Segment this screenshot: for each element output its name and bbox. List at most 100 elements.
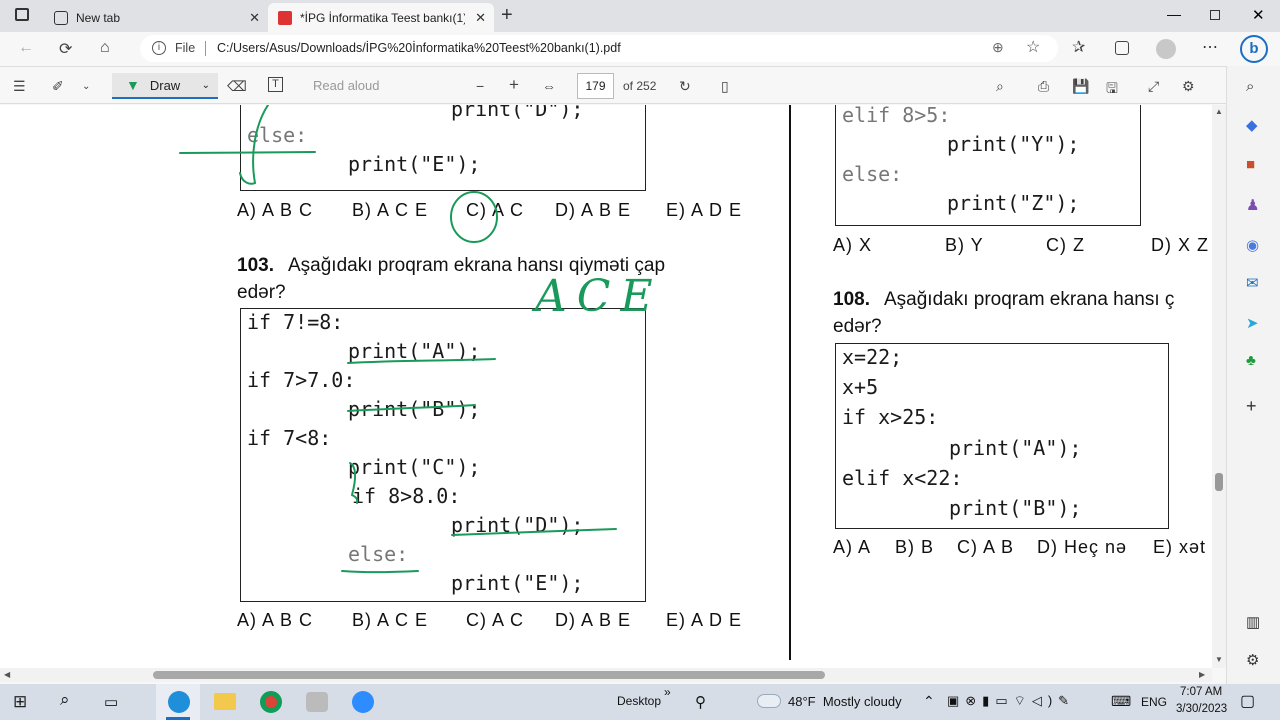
read-aloud-button[interactable]: Read aloud bbox=[313, 78, 380, 93]
favorites-icon[interactable]: ✰ bbox=[1072, 37, 1085, 57]
settings-icon[interactable]: ⚙ bbox=[1246, 651, 1259, 669]
scroll-right-icon[interactable]: ▶ bbox=[1199, 670, 1205, 679]
chrome-icon[interactable] bbox=[260, 691, 282, 713]
rotate-icon[interactable]: ↻ bbox=[679, 78, 691, 95]
pdf-document[interactable]: print("D"); else: print("E"); A) A B C B… bbox=[0, 105, 1212, 668]
page-total: of 252 bbox=[623, 79, 657, 93]
chevron-up-icon[interactable]: ⌃ bbox=[923, 693, 935, 710]
zoom-out-button[interactable]: − bbox=[476, 78, 484, 94]
scroll-thumb[interactable] bbox=[153, 671, 825, 679]
text-box-icon[interactable]: T bbox=[268, 77, 283, 92]
tab-label: New tab bbox=[76, 10, 121, 25]
taskbar: ⊞ ⌕ ▭ Desktop » ⚲ 48°F Mostly cloudy ⌃ ▣… bbox=[0, 684, 1280, 720]
pdf-icon bbox=[278, 10, 292, 25]
scroll-thumb[interactable] bbox=[1215, 473, 1223, 491]
bing-button[interactable]: b bbox=[1232, 32, 1276, 66]
collections-icon[interactable] bbox=[1115, 41, 1129, 55]
ink-bracket bbox=[349, 462, 359, 504]
tree-icon[interactable]: ♣ bbox=[1246, 352, 1256, 369]
sidebar-toggle-icon[interactable]: ▥ bbox=[1246, 613, 1260, 631]
address-bar-row: ← ⟳ ⌂ i File C:/Users/Asus/Downloads/İPG… bbox=[0, 32, 1280, 65]
zoom-in-button[interactable]: + bbox=[509, 75, 519, 95]
pen-icon: ▼ bbox=[126, 77, 140, 93]
chevron-icon[interactable]: » bbox=[664, 685, 671, 699]
minimize-button[interactable]: — bbox=[1167, 6, 1181, 22]
office-icon[interactable]: ◉ bbox=[1246, 236, 1259, 254]
zoom-app-icon[interactable] bbox=[352, 691, 374, 713]
close-window-button[interactable]: ✕ bbox=[1252, 6, 1265, 24]
contents-icon[interactable]: ☰ bbox=[13, 78, 26, 95]
clock-date[interactable]: 3/30/2023 bbox=[1176, 703, 1227, 715]
ink-underline bbox=[451, 528, 617, 536]
tray-icons[interactable]: ▣⊗▮▭⌔◁)✎ bbox=[947, 693, 1075, 709]
restore-button[interactable] bbox=[1210, 10, 1220, 20]
save-icon[interactable]: 💾 bbox=[1072, 78, 1089, 95]
tab-bar: New tab ✕ *İPG İnformatika Teest bankı(1… bbox=[0, 0, 1280, 32]
edge-app-icon[interactable] bbox=[156, 684, 200, 720]
url-text[interactable]: C:/Users/Asus/Downloads/İPG%20İnformatik… bbox=[217, 41, 621, 55]
profile-avatar[interactable] bbox=[1156, 39, 1176, 59]
highlight-icon[interactable]: ✐ bbox=[52, 78, 64, 95]
favorite-add-icon[interactable]: ☆ bbox=[1026, 37, 1040, 57]
refresh-button[interactable]: ⟳ bbox=[59, 39, 72, 59]
back-button[interactable]: ← bbox=[18, 39, 34, 57]
games-icon[interactable]: ♟ bbox=[1246, 196, 1259, 214]
shopping-icon[interactable]: ◆ bbox=[1246, 116, 1258, 134]
fullscreen-icon[interactable]: ⤢ bbox=[1148, 78, 1159, 95]
save-as-icon[interactable]: 🖫 bbox=[1106, 78, 1118, 102]
scroll-up-icon[interactable]: ▲ bbox=[1215, 107, 1223, 116]
ink-underline bbox=[341, 570, 419, 574]
explorer-icon[interactable] bbox=[214, 693, 236, 710]
search-icon[interactable]: ⌕ bbox=[996, 78, 1004, 95]
new-tab-button[interactable]: + bbox=[501, 4, 513, 27]
fit-page-icon[interactable]: ⇔ bbox=[542, 78, 556, 94]
close-icon[interactable]: ✕ bbox=[475, 10, 486, 26]
zoom-icon[interactable]: ⊕ bbox=[992, 39, 1004, 56]
clock-time[interactable]: 7:07 AM bbox=[1180, 686, 1222, 698]
tab-actions-icon[interactable] bbox=[15, 8, 29, 21]
send-icon[interactable]: ➤ bbox=[1246, 314, 1259, 332]
cloud-icon bbox=[757, 694, 781, 708]
page-number-input[interactable]: 179 bbox=[577, 73, 614, 99]
weather-text[interactable]: 48°F Mostly cloudy bbox=[788, 694, 902, 709]
tools-icon[interactable]: ■ bbox=[1246, 156, 1255, 173]
scroll-left-icon[interactable]: ◀ bbox=[4, 670, 10, 679]
pdf-toolbar: ☰ ✐ ⌄ ▼ Draw ⌄ ⌫ T Read aloud − + ⇔ 179 … bbox=[0, 66, 1226, 104]
address-divider bbox=[205, 41, 206, 56]
eraser-icon[interactable]: ⌫ bbox=[227, 78, 247, 95]
bing-icon: b bbox=[1240, 35, 1268, 63]
chevron-down-icon[interactable]: ⌄ bbox=[82, 81, 90, 92]
desktop-toolbar[interactable]: Desktop bbox=[617, 694, 661, 708]
page-view-icon[interactable]: ▯ bbox=[721, 78, 729, 95]
print-icon[interactable]: ⎙ bbox=[1038, 78, 1049, 95]
home-button[interactable]: ⌂ bbox=[100, 39, 110, 57]
app-icon[interactable] bbox=[306, 692, 328, 712]
vertical-scrollbar[interactable]: ▲ ▼ bbox=[1212, 105, 1226, 668]
keyboard-icon[interactable]: ⌨ bbox=[1111, 693, 1131, 710]
info-icon[interactable]: i bbox=[152, 41, 166, 55]
edge-sidebar: ⌕ ◆ ■ ♟ ◉ ✉ ➤ ♣ + ▥ ⚙ bbox=[1226, 66, 1280, 684]
ink-stroke bbox=[179, 151, 316, 154]
add-icon[interactable]: + bbox=[1246, 396, 1257, 417]
horizontal-scrollbar[interactable]: ◀ ▶ bbox=[0, 668, 1212, 682]
outlook-icon[interactable]: ✉ bbox=[1246, 274, 1259, 292]
more-menu-icon[interactable]: ⋯ bbox=[1202, 37, 1218, 57]
task-view-icon[interactable]: ▭ bbox=[104, 693, 118, 711]
settings-icon[interactable]: ⚙ bbox=[1182, 78, 1195, 95]
ink-annotations bbox=[179, 105, 617, 574]
pdf-page: print("D"); else: print("E"); A) A B C B… bbox=[0, 105, 1212, 668]
close-icon[interactable]: ✕ bbox=[249, 10, 260, 26]
draw-label: Draw bbox=[149, 77, 181, 93]
draw-button[interactable]: ▼ Draw ⌄ bbox=[112, 73, 218, 99]
start-icon[interactable]: ⊞ bbox=[13, 692, 27, 712]
search-icon[interactable]: ⌕ bbox=[60, 690, 70, 710]
language-indicator[interactable]: ENG bbox=[1141, 695, 1167, 709]
people-icon[interactable]: ⚲ bbox=[695, 693, 706, 711]
notification-icon[interactable]: ▢ bbox=[1240, 691, 1255, 711]
scroll-down-icon[interactable]: ▼ bbox=[1215, 655, 1223, 664]
tab-label: *İPG İnformatika Teest bankı(1).p bbox=[300, 10, 465, 25]
search-icon[interactable]: ⌕ bbox=[1246, 78, 1254, 95]
tab-pdf[interactable]: *İPG İnformatika Teest bankı(1).p ✕ bbox=[268, 3, 494, 32]
tab-new-tab[interactable]: New tab ✕ bbox=[44, 3, 268, 32]
chevron-down-icon[interactable]: ⌄ bbox=[202, 80, 210, 91]
